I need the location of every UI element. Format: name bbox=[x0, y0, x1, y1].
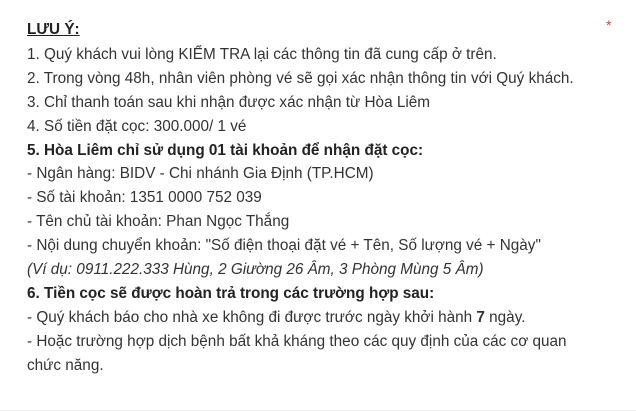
required-asterisk: * bbox=[606, 17, 612, 33]
refund-days: 7 bbox=[476, 308, 485, 326]
deposit-account-heading: 5. Hòa Liêm chỉ sử dụng 01 tài khoản để … bbox=[27, 141, 424, 159]
account-number: - Số tài khoản: 1351 0000 752 039 bbox=[27, 189, 262, 207]
refund-case-1-before: - Quý khách báo cho nhà xe không đi được… bbox=[27, 308, 477, 326]
refund-heading: 6. Tiền cọc sẽ được hoàn trả trong các t… bbox=[27, 284, 435, 302]
refund-case-1: - Quý khách báo cho nhà xe không đi được… bbox=[27, 306, 636, 330]
account-holder: - Tên chủ tài khoản: Phan Ngọc Thắng bbox=[27, 213, 290, 231]
transfer-example: (Ví dụ: 0911.222.333 Hùng, 2 Giường 26 Â… bbox=[27, 261, 484, 279]
transfer-content: - Nội dung chuyển khoản: "Số điện thoại … bbox=[27, 237, 541, 255]
notice-item-1: 1. Quý khách vui lòng KIỂM TRA lại các t… bbox=[27, 45, 497, 63]
booking-notice: LƯU Ý: 1. Quý khách vui lòng KIỂM TRA lạ… bbox=[0, 0, 636, 411]
refund-case-1-after: ngày. bbox=[484, 308, 526, 326]
notice-item-3: 3. Chỉ thanh toán sau khi nhận được xác … bbox=[27, 93, 430, 111]
refund-case-2: - Hoặc trường hợp dịch bệnh bất khả khán… bbox=[27, 332, 567, 374]
bank-name: - Ngân hàng: BIDV - Chi nhánh Gia Định (… bbox=[27, 165, 374, 183]
notice-item-2: 2. Trong vòng 48h, nhân viên phòng vé sẽ… bbox=[27, 69, 574, 87]
notice-heading: LƯU Ý: bbox=[27, 21, 80, 38]
notice-item-4: 4. Số tiền đặt cọc: 300.000/ 1 vé bbox=[27, 117, 247, 135]
